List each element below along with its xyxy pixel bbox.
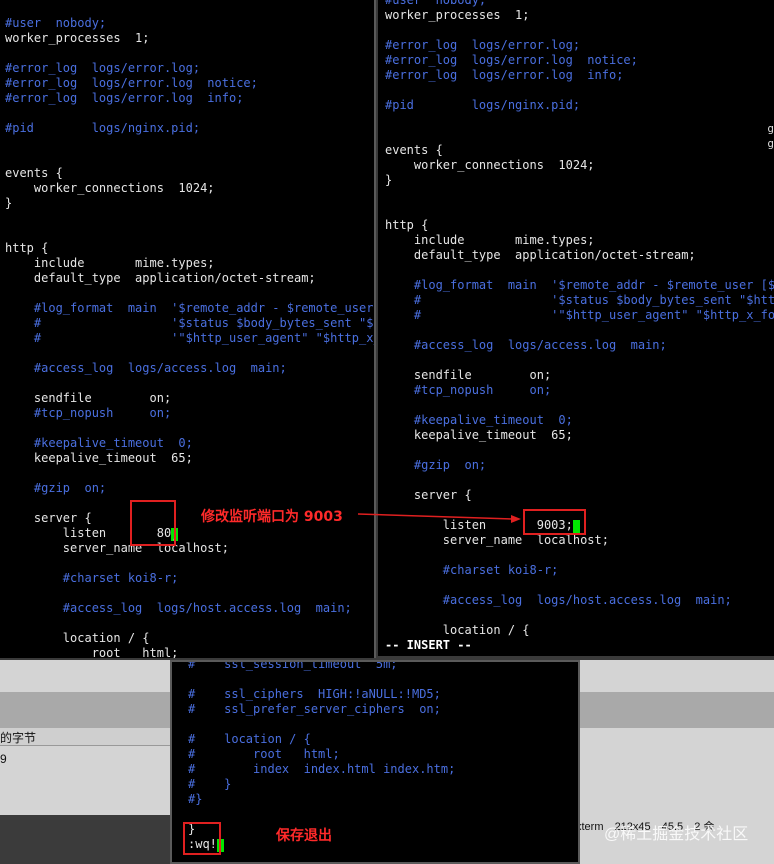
code-line: #access_log logs/host.access.log main; xyxy=(385,593,732,607)
code-line: #gzip on; xyxy=(5,481,107,495)
background-tab[interactable]: 的字节 xyxy=(0,729,36,746)
code-line: # root html; xyxy=(188,747,340,761)
code-line: #tcp_nopush on; xyxy=(5,406,172,420)
code-line: # '$status $body_bytes_sent "$htt xyxy=(5,316,376,330)
code-line: sendfile on; xyxy=(385,368,552,382)
code-line: worker_connections 1024; xyxy=(385,158,595,172)
terminal-save-quit[interactable]: # ssl_session_timeout 5m; # ssl_ciphers … xyxy=(170,660,580,864)
code-line: # '"$http_user_agent" "$http_x_for xyxy=(385,308,774,322)
code-line: worker_processes 1; xyxy=(5,31,150,45)
code-line: http { xyxy=(5,241,49,255)
terminal-text: #user nobody; worker_processes 1; #error… xyxy=(5,16,376,658)
code-line: #user nobody; xyxy=(385,0,487,7)
code-line: #log_format main '$remote_addr - $remote… xyxy=(5,301,376,315)
terminal-text: # ssl_session_timeout 5m; # ssl_ciphers … xyxy=(188,660,456,852)
code-line: default_type application/octet-stream; xyxy=(5,271,316,285)
code-line: #gzip on; xyxy=(385,458,487,472)
code-line: # location / { xyxy=(188,732,311,746)
code-line: include mime.types; xyxy=(5,256,215,270)
code-line: } xyxy=(385,173,393,187)
code-line: server_name localhost; xyxy=(5,541,229,555)
code-line: #access_log logs/host.access.log main; xyxy=(5,601,352,615)
code-line: keepalive_timeout 65; xyxy=(385,428,573,442)
watermark: @稀土掘金技术社区 xyxy=(604,826,749,843)
code-line: default_type application/octet-stream; xyxy=(385,248,696,262)
code-line: #keepalive_timeout 0; xyxy=(5,436,193,450)
code-line: root html; xyxy=(5,646,179,658)
vim-mode-indicator: -- INSERT -- xyxy=(385,638,472,652)
code-line: #error_log logs/error.log; xyxy=(5,61,201,75)
code-line: #pid logs/nginx.pid; xyxy=(385,98,581,112)
code-line: sendfile on; xyxy=(5,391,172,405)
status-item: xterm xyxy=(576,821,604,833)
code-line: #access_log logs/access.log main; xyxy=(385,338,667,352)
code-line: #user nobody; xyxy=(5,16,107,30)
code-line: #log_format main '$remote_addr - $remote… xyxy=(385,278,774,292)
code-line: keepalive_timeout 65; xyxy=(5,451,193,465)
code-line: events { xyxy=(5,166,63,180)
highlight-box-old-port xyxy=(130,500,176,546)
code-line: # ssl_ciphers HIGH:!aNULL:!MD5; xyxy=(188,687,441,701)
code-line: events { xyxy=(385,143,443,157)
code-line: } xyxy=(5,196,13,210)
code-line: worker_connections 1024; xyxy=(5,181,215,195)
code-line: worker_processes 1; xyxy=(385,8,530,22)
code-line: #error_log logs/error.log info; xyxy=(385,68,624,82)
terminal-text: #user nobody; worker_processes 1; #error… xyxy=(385,0,774,653)
background-value: 9 xyxy=(0,752,7,766)
code-line: include mime.types; xyxy=(385,233,595,247)
background-dark-panel xyxy=(0,815,180,864)
code-line: location / { xyxy=(385,623,530,637)
code-line: #error_log logs/error.log; xyxy=(385,38,581,52)
code-line: http { xyxy=(385,218,429,232)
code-line: #charset koi8-r; xyxy=(5,571,179,585)
code-line: # } xyxy=(188,777,232,791)
code-line: # '$status $body_bytes_sent "$http xyxy=(385,293,774,307)
code-line: #pid logs/nginx.pid; xyxy=(5,121,201,135)
code-line: server_name localhost; xyxy=(385,533,609,547)
annotation-port-note: 修改监听端口为 9003 xyxy=(201,509,343,525)
code-line: location / { xyxy=(5,631,150,645)
code-line: #error_log logs/error.log info; xyxy=(5,91,244,105)
code-line: #error_log logs/error.log notice; xyxy=(385,53,638,67)
terminal-original-config[interactable]: #user nobody; worker_processes 1; #error… xyxy=(0,0,376,658)
code-line: #error_log logs/error.log notice; xyxy=(5,76,258,90)
highlight-box-save-command xyxy=(183,822,221,855)
code-line: #} xyxy=(188,792,203,806)
code-line: #charset koi8-r; xyxy=(385,563,559,577)
code-line: # ssl_session_timeout 5m; xyxy=(188,660,398,671)
annotation-save-note: 保存退出 xyxy=(276,828,332,844)
code-line: # '"$http_user_agent" "$http_x_f xyxy=(5,331,376,345)
code-line: #access_log logs/access.log main; xyxy=(5,361,287,375)
code-line: # index index.html index.htm; xyxy=(188,762,456,776)
code-line: server { xyxy=(5,511,92,525)
code-line: server { xyxy=(385,488,472,502)
code-line: #keepalive_timeout 0; xyxy=(385,413,573,427)
code-line: #tcp_nopush on; xyxy=(385,383,552,397)
highlight-box-new-port xyxy=(523,509,586,535)
truncated-text: g xyxy=(767,137,774,150)
truncated-text: g xyxy=(767,122,774,135)
terminal-edited-config[interactable]: #user nobody; worker_processes 1; #error… xyxy=(378,0,774,656)
code-line: # ssl_prefer_server_ciphers on; xyxy=(188,702,441,716)
